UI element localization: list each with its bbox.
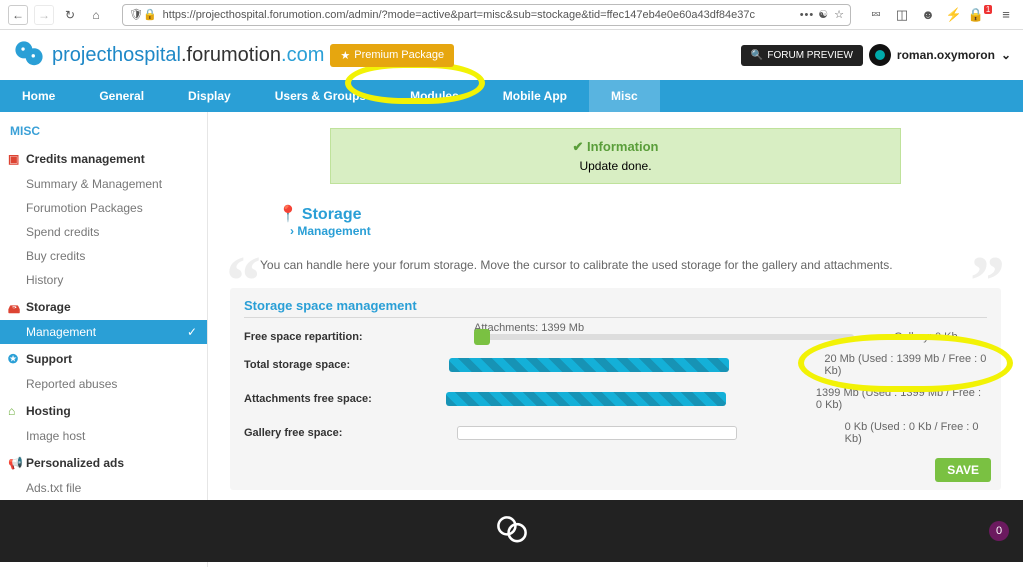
info-box: ✔ Information Update done. [330, 128, 901, 184]
chevron-down-icon: ⌄ [1001, 48, 1011, 62]
reader-icon[interactable]: ☯ [818, 8, 828, 21]
menu-icon[interactable]: ≡ [997, 6, 1015, 24]
bookmark-star-icon[interactable]: ☆ [834, 8, 844, 21]
shield-icon: 🛡 [129, 8, 143, 21]
sidebar-head-hosting[interactable]: ⌂Hosting [0, 396, 207, 424]
sidebar-item-buy[interactable]: Buy credits [0, 244, 207, 268]
nav-display[interactable]: Display [166, 80, 253, 112]
nav-home[interactable]: Home [0, 80, 77, 112]
sidebar-item-packages[interactable]: Forumotion Packages [0, 196, 207, 220]
library-icon[interactable]: ⮹ [867, 6, 885, 24]
forward-button[interactable]: → [34, 5, 54, 25]
row-gallery: Gallery free space: 0 Kb (Used : 0 Kb / … [244, 416, 987, 450]
sidebar-item-image-host[interactable]: Image host [0, 424, 207, 448]
bar-attachments [446, 392, 726, 406]
star-icon: ★ [340, 49, 350, 62]
nav-users-groups[interactable]: Users & Groups [253, 80, 388, 112]
pin-icon: 📍 [278, 206, 298, 223]
badge: 1 [984, 5, 992, 14]
sidebar-head-ads[interactable]: 📢Personalized ads [0, 448, 207, 476]
sidebar-icon[interactable]: ◫ [893, 6, 911, 24]
bottom-bar: 0 [0, 500, 1023, 562]
storage-panel: Storage space management Free space repa… [230, 288, 1001, 490]
save-button[interactable]: SAVE [935, 458, 991, 482]
search-icon: 🔍 [751, 50, 763, 61]
nav-modules[interactable]: Modules [388, 80, 481, 112]
support-icon: ✪ [8, 352, 18, 366]
panel-title: Storage space management [244, 298, 987, 318]
forum-preview-button[interactable]: 🔍 FORUM PREVIEW [741, 45, 863, 66]
avatar [869, 44, 891, 66]
user-menu[interactable]: roman.oxymoron ⌄ [869, 44, 1011, 66]
top-nav: Home General Display Users & Groups Modu… [0, 80, 1023, 112]
row-attachments: Attachments free space: 1399 Mb (Used : … [244, 382, 987, 416]
ads-icon: 📢 [8, 456, 23, 470]
chat-icon[interactable] [495, 514, 529, 548]
sidebar-item-history[interactable]: History [0, 268, 207, 292]
url-bar[interactable]: 🛡 🔒 https://projecthospital.forumotion.c… [122, 4, 851, 26]
row-total: Total storage space: 20 Mb (Used : 1399 … [244, 348, 987, 382]
notification-icon[interactable]: 🔒1 [971, 6, 989, 24]
forumotion-logo [12, 38, 46, 72]
breadcrumb[interactable]: › Management [290, 224, 1001, 238]
home-button[interactable]: ⌂ [86, 5, 106, 25]
sidebar-item-abuses[interactable]: Reported abuses [0, 372, 207, 396]
sidebar-head-storage[interactable]: 🖴Storage [0, 292, 207, 320]
nav-mobile-app[interactable]: Mobile App [481, 80, 589, 112]
browser-toolbar: ← → ↻ ⌂ 🛡 🔒 https://projecthospital.foru… [0, 0, 1023, 30]
storage-slider[interactable] [474, 334, 854, 340]
site-header: projecthospital.forumotion.com ★ Premium… [0, 30, 1023, 80]
lock-icon: 🔒 [143, 8, 157, 21]
nav-general[interactable]: General [77, 80, 166, 112]
account-icon[interactable]: ☻ [919, 6, 937, 24]
total-value: 20 Mb (Used : 1399 Mb / Free : 0 Kb) [824, 353, 987, 377]
sidebar-head-credits[interactable]: ▣Credits management [0, 144, 207, 172]
sidebar-item-summary[interactable]: Summary & Management [0, 172, 207, 196]
info-title: ✔ Information [341, 139, 890, 155]
toolbar-right: ⮹ ◫ ☻ ⚡ 🔒1 ≡ [867, 6, 1015, 24]
sidebar-title: MISC [0, 112, 207, 144]
attachments-value: Attachments: 1399 Mb [474, 322, 584, 334]
sidebar: MISC ▣Credits management Summary & Manag… [0, 112, 208, 567]
slider-handle[interactable] [474, 329, 490, 345]
extension-icon[interactable]: ⚡ [945, 6, 963, 24]
url-text: https://projecthospital.forumotion.com/a… [163, 9, 796, 21]
nav-misc[interactable]: Misc [589, 80, 660, 112]
sidebar-head-support[interactable]: ✪Support [0, 344, 207, 372]
storage-icon: 🖴 [8, 300, 20, 321]
sidebar-item-spend[interactable]: Spend credits [0, 220, 207, 244]
reload-button[interactable]: ↻ [60, 5, 80, 25]
main: ✔ Information Update done. 📍Storage › Ma… [208, 112, 1023, 567]
sidebar-item-management[interactable]: Management [0, 320, 207, 344]
bar-total [449, 358, 729, 372]
back-button[interactable]: ← [8, 5, 28, 25]
row-free-repartition: Free space repartition: Attachments: 139… [244, 326, 987, 348]
gallery-value: Gallery: 0 Kb [894, 331, 958, 343]
attachments-free-value: 1399 Mb (Used : 1399 Mb / Free : 0 Kb) [816, 387, 987, 411]
sidebar-item-ads-txt[interactable]: Ads.txt file [0, 476, 207, 500]
notification-count[interactable]: 0 [989, 521, 1009, 541]
page-description: “ You can handle here your forum storage… [230, 252, 1001, 278]
bar-gallery [457, 426, 737, 440]
gallery-free-value: 0 Kb (Used : 0 Kb / Free : 0 Kb) [845, 421, 987, 445]
page-title: 📍Storage [278, 204, 1001, 224]
brand-text[interactable]: projecthospital.forumotion.com [52, 44, 324, 67]
info-body: Update done. [341, 159, 890, 173]
more-icon[interactable]: ••• [800, 9, 815, 21]
hosting-icon: ⌂ [8, 404, 15, 418]
premium-package-button[interactable]: ★ Premium Package [330, 44, 454, 67]
credits-icon: ▣ [8, 152, 19, 166]
